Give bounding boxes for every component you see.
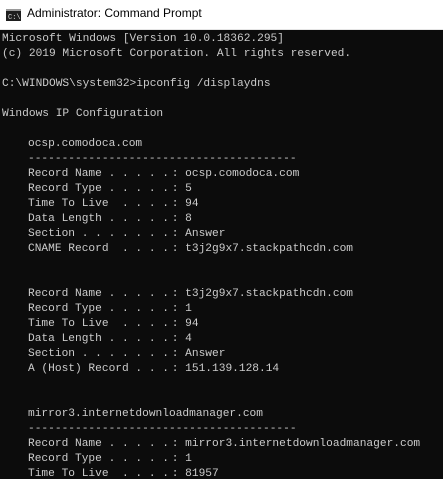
command-prompt-window: C:\ Administrator: Command Prompt Micros… <box>0 0 443 479</box>
record-label: Section . . . . . . . <box>28 348 169 360</box>
record-label: Record Type . . . . . <box>28 303 169 315</box>
record-value: 94 <box>185 318 199 330</box>
command-prompt-line: C:\WINDOWS\system32>ipconfig /displaydns <box>2 78 271 90</box>
banner-version: Microsoft Windows [Version 10.0.18362.29… <box>2 33 284 45</box>
record-label: Record Name . . . . . <box>28 288 169 300</box>
record-value: 4 <box>185 333 192 345</box>
record-row: Record Name . . . . . : t3j2g9x7.stackpa… <box>2 287 443 302</box>
record-label: Record Type . . . . . <box>28 453 169 465</box>
record-row: Time To Live . . . . : 94 <box>2 317 443 332</box>
svg-text:C:\: C:\ <box>8 14 21 21</box>
title-bar[interactable]: C:\ Administrator: Command Prompt <box>0 0 443 30</box>
separator-line: ---------------------------------------- <box>28 153 297 165</box>
dns-entry-name: ocsp.comodoca.com <box>28 138 143 150</box>
record-label: Section . . . . . . . <box>28 228 169 240</box>
record-row: Time To Live . . . . : 94 <box>2 197 443 212</box>
window-title: Administrator: Command Prompt <box>27 6 202 20</box>
record-value: mirror3.internetdownloadmanager.com <box>185 438 421 450</box>
record-label: Time To Live . . . . <box>28 318 169 330</box>
record-value: 81957 <box>185 468 219 479</box>
record-value: t3j2g9x7.stackpathcdn.com <box>185 243 353 255</box>
separator-line: ---------------------------------------- <box>28 423 297 435</box>
cmd-icon: C:\ <box>6 9 21 21</box>
record-value: 1 <box>185 453 192 465</box>
record-value: Answer <box>185 348 226 360</box>
record-label: CNAME Record . . . . <box>28 243 169 255</box>
console-output[interactable]: Microsoft Windows [Version 10.0.18362.29… <box>0 30 443 479</box>
banner-copyright: (c) 2019 Microsoft Corporation. All righ… <box>2 48 352 60</box>
record-label: Time To Live . . . . <box>28 198 169 210</box>
record-row: CNAME Record . . . . : t3j2g9x7.stackpat… <box>2 242 443 257</box>
record-value: 94 <box>185 198 199 210</box>
record-value: ocsp.comodoca.com <box>185 168 300 180</box>
ip-config-header: Windows IP Configuration <box>2 108 164 120</box>
record-row: Section . . . . . . . : Answer <box>2 227 443 242</box>
record-value: 5 <box>185 183 192 195</box>
record-row: Data Length . . . . . : 4 <box>2 332 443 347</box>
record-row: Time To Live . . . . : 81957 <box>2 467 443 479</box>
record-row: Record Name . . . . . : ocsp.comodoca.co… <box>2 167 443 182</box>
record-row: Data Length . . . . . : 8 <box>2 212 443 227</box>
record-row: A (Host) Record . . . : 151.139.128.14 <box>2 362 443 377</box>
record-label: Data Length . . . . . <box>28 213 169 225</box>
record-value: 1 <box>185 303 192 315</box>
record-value: 8 <box>185 213 192 225</box>
record-label: A (Host) Record . . . <box>28 363 169 375</box>
record-label: Record Name . . . . . <box>28 438 169 450</box>
record-label: Record Name . . . . . <box>28 168 169 180</box>
record-label: Data Length . . . . . <box>28 333 169 345</box>
record-value: 151.139.128.14 <box>185 363 280 375</box>
record-row: Record Type . . . . . : 1 <box>2 452 443 467</box>
record-value: Answer <box>185 228 226 240</box>
record-value: t3j2g9x7.stackpathcdn.com <box>185 288 353 300</box>
record-row: Record Type . . . . . : 5 <box>2 182 443 197</box>
dns-entry-name: mirror3.internetdownloadmanager.com <box>28 408 263 420</box>
record-label: Time To Live . . . . <box>28 468 169 479</box>
record-row: Record Name . . . . . : mirror3.internet… <box>2 437 443 452</box>
record-row: Record Type . . . . . : 1 <box>2 302 443 317</box>
record-label: Record Type . . . . . <box>28 183 169 195</box>
record-row: Section . . . . . . . : Answer <box>2 347 443 362</box>
